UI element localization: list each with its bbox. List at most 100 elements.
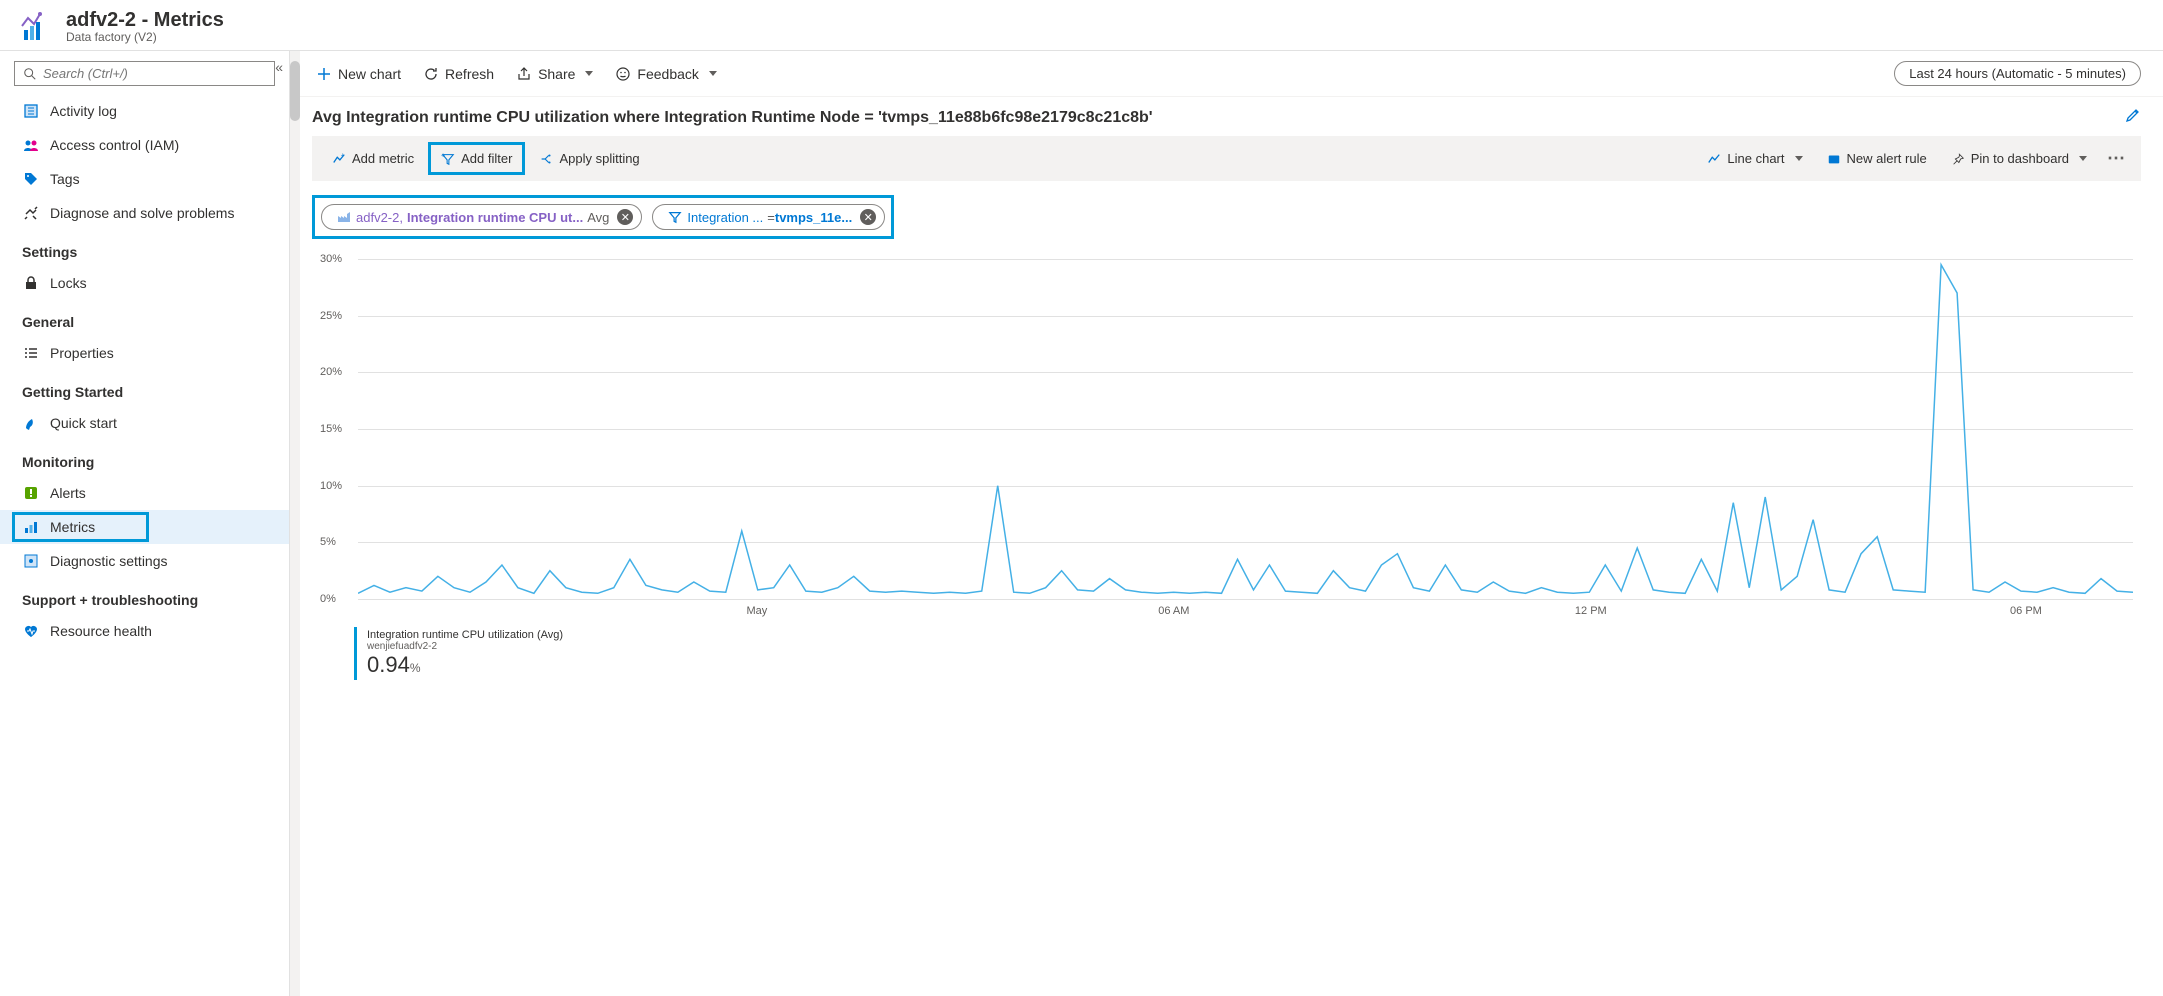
nav-label: Quick start [50, 415, 117, 431]
nav-label: Tags [50, 171, 80, 187]
share-icon [516, 66, 532, 82]
new-chart-button[interactable]: New chart [312, 62, 405, 86]
y-tick: 0% [320, 593, 336, 605]
more-button[interactable]: ⋯ [2101, 148, 2131, 169]
datafactory-icon [20, 8, 56, 44]
add-filter-button[interactable]: + Add filter [428, 142, 525, 175]
pin-to-dashboard-button[interactable]: Pin to dashboard [1941, 145, 2097, 172]
sidebar-item-diag-settings[interactable]: Diagnostic settings [0, 544, 289, 578]
summary-metric-name: Integration runtime CPU utilization (Avg… [367, 629, 563, 641]
sidebar-item-resource-health[interactable]: Resource health [0, 614, 289, 648]
y-tick: 30% [320, 253, 342, 265]
diag-settings-icon [22, 552, 40, 570]
smiley-icon [615, 66, 631, 82]
tags-icon [22, 170, 40, 188]
sidebar-item-access-control[interactable]: Access control (IAM) [0, 128, 289, 162]
refresh-button[interactable]: Refresh [419, 62, 498, 86]
sidebar-item-locks[interactable]: Locks [0, 266, 289, 300]
new-alert-rule-button[interactable]: New alert rule [1817, 145, 1937, 172]
chart-command-bar: + Add metric + Add filter Apply splittin… [312, 136, 2141, 181]
access-control-icon [22, 136, 40, 154]
nav-label: Activity log [50, 103, 117, 119]
diagnose-icon [22, 204, 40, 222]
chart-title: Avg Integration runtime CPU utilization … [312, 109, 2115, 127]
sidebar-item-tags[interactable]: Tags [0, 162, 289, 196]
x-tick: May [746, 605, 767, 617]
collapse-sidebar-button[interactable]: « [275, 59, 283, 75]
nav-label: Alerts [50, 485, 86, 501]
locks-icon [22, 274, 40, 292]
command-bar: New chart Refresh Share Feedback Last 24… [290, 51, 2163, 97]
svg-text:+: + [441, 152, 445, 159]
sidebar-item-alerts[interactable]: Alerts [0, 476, 289, 510]
pin-icon [1951, 152, 1965, 166]
share-button[interactable]: Share [512, 62, 597, 86]
y-tick: 10% [320, 480, 342, 492]
linechart-icon [1707, 152, 1721, 166]
chart-type-dropdown[interactable]: Line chart [1697, 145, 1812, 172]
metric-summary-card: Integration runtime CPU utilization (Avg… [354, 627, 573, 680]
nav-label: Diagnose and solve problems [50, 205, 234, 221]
split-icon [539, 152, 553, 166]
properties-icon [22, 344, 40, 362]
svg-text:+: + [341, 152, 345, 159]
page-header: adfv2-2 - Metrics Data factory (V2) [0, 0, 2163, 51]
scrollbar[interactable] [290, 51, 300, 996]
y-tick: 25% [320, 310, 342, 322]
page-title: adfv2-2 - Metrics [66, 9, 224, 32]
resource-health-icon [22, 622, 40, 640]
refresh-icon [423, 66, 439, 82]
sidebar-item-properties[interactable]: Properties [0, 336, 289, 370]
time-range-picker[interactable]: Last 24 hours (Automatic - 5 minutes) [1894, 61, 2141, 86]
filter-icon: + [441, 152, 455, 166]
y-tick: 5% [320, 536, 336, 548]
pencil-icon [2125, 107, 2141, 123]
nav-group-header: Monitoring [0, 440, 289, 476]
remove-filter-button[interactable]: ✕ [860, 209, 876, 225]
nav-label: Properties [50, 345, 114, 361]
summary-resource-name: wenjiefuadfv2-2 [367, 641, 563, 652]
sidebar-item-quick-start[interactable]: Quick start [0, 406, 289, 440]
nav-label: Access control (IAM) [50, 137, 179, 153]
nav-group-header: General [0, 300, 289, 336]
line-chart[interactable]: 0%5%10%15%20%25%30%May06 AM12 PM06 PM [320, 259, 2133, 599]
edit-title-button[interactable] [2125, 107, 2141, 128]
factory-icon [332, 209, 356, 225]
x-tick: 06 PM [2010, 605, 2042, 617]
sidebar-nav[interactable]: Activity log Access control (IAM) Tags Diag… [0, 94, 289, 996]
metric-icon: + [332, 152, 346, 166]
search-input[interactable] [43, 66, 266, 81]
alert-icon [1827, 152, 1841, 166]
sidebar-item-diagnose[interactable]: Diagnose and solve problems [0, 196, 289, 230]
sidebar-search[interactable] [14, 61, 275, 86]
summary-value: 0.94 [367, 652, 410, 677]
filter-pill[interactable]: Integration ... = tvmps_11e... ✕ [652, 204, 885, 230]
y-tick: 15% [320, 423, 342, 435]
search-icon [23, 67, 37, 81]
x-tick: 12 PM [1575, 605, 1607, 617]
nav-label: Diagnostic settings [50, 553, 168, 569]
nav-group-header: Getting Started [0, 370, 289, 406]
activity-log-icon [22, 102, 40, 120]
plus-icon [316, 66, 332, 82]
nav-label: Metrics [50, 519, 95, 535]
nav-group-header: Support + troubleshooting [0, 578, 289, 614]
feedback-button[interactable]: Feedback [611, 62, 720, 86]
remove-metric-button[interactable]: ✕ [617, 209, 633, 225]
funnel-icon [663, 210, 687, 224]
sidebar: « Activity log Access control (IAM) Tags Di… [0, 51, 290, 996]
quick-start-icon [22, 414, 40, 432]
main-content: New chart Refresh Share Feedback Last 24… [290, 51, 2163, 996]
x-tick: 06 AM [1158, 605, 1189, 617]
sidebar-item-activity-log[interactable]: Activity log [0, 94, 289, 128]
add-metric-button[interactable]: + Add metric [322, 145, 424, 172]
nav-label: Resource health [50, 623, 152, 639]
metric-pill[interactable]: adfv2-2, Integration runtime CPU ut... A… [321, 204, 642, 230]
sidebar-item-metrics[interactable]: Metrics [0, 510, 289, 544]
resource-type: Data factory (V2) [66, 30, 224, 44]
alerts-icon [22, 484, 40, 502]
nav-label: Locks [50, 275, 87, 291]
metrics-icon [22, 518, 40, 536]
nav-group-header: Settings [0, 230, 289, 266]
apply-splitting-button[interactable]: Apply splitting [529, 145, 649, 172]
